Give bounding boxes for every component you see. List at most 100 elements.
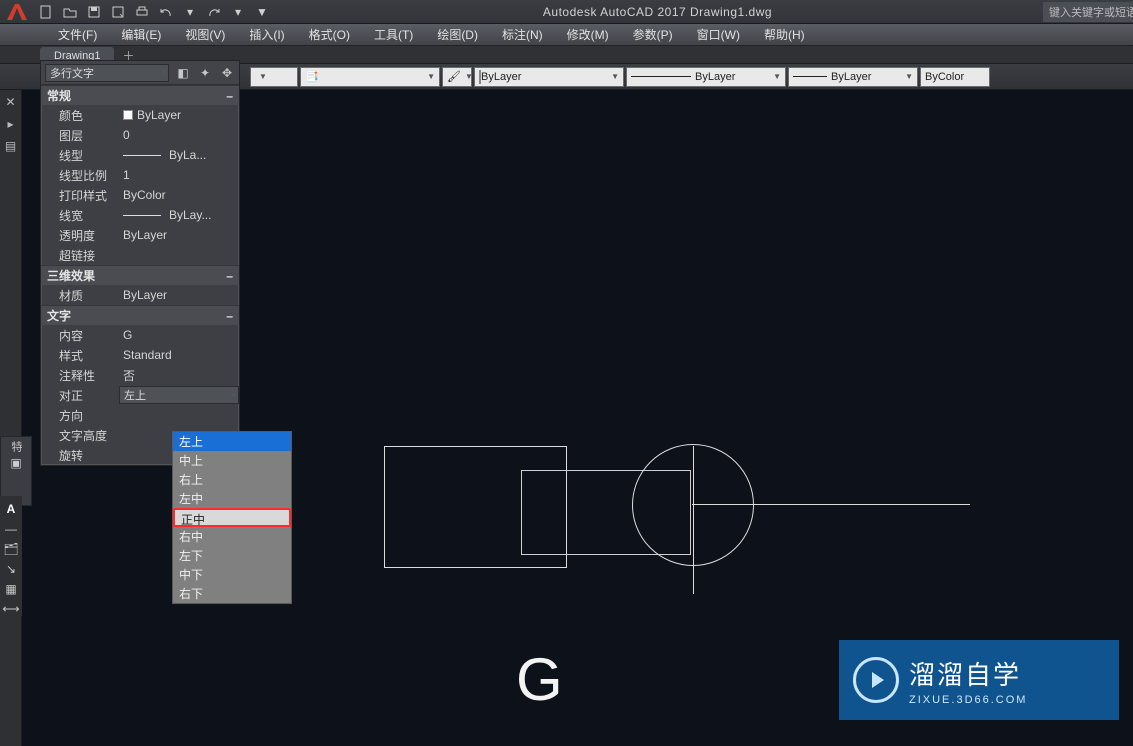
open-icon[interactable] [60, 2, 80, 22]
linetype-text: ByLayer [695, 71, 735, 83]
val-annotative[interactable]: 否 [119, 367, 239, 384]
menu-help[interactable]: 帮助(H) [752, 24, 817, 45]
lbl-height: 文字高度 [41, 427, 119, 444]
new-icon[interactable] [36, 2, 56, 22]
lbl-color: 颜色 [41, 107, 119, 124]
val-ltscale[interactable]: 1 [119, 168, 239, 182]
menu-file[interactable]: 文件(F) [46, 24, 109, 45]
lbl-annotative: 注释性 [41, 367, 119, 384]
menu-insert[interactable]: 插入(I) [237, 24, 296, 45]
lineweight-combo[interactable]: ByLayer▼ [788, 67, 918, 87]
val-linetype[interactable]: ByLa... [119, 148, 239, 162]
menu-format[interactable]: 格式(O) [297, 24, 362, 45]
play-icon [853, 657, 899, 703]
val-layer[interactable]: 0 [119, 128, 239, 142]
menu-tools[interactable]: 工具(T) [362, 24, 425, 45]
watermark-cn: 溜溜自学 [909, 655, 1027, 692]
section-text[interactable]: 文字– [41, 305, 239, 325]
val-justify[interactable]: 左上▼ [119, 386, 239, 404]
toggle-icon[interactable]: ▣ [10, 456, 21, 470]
pick-point-icon[interactable]: ✥ [219, 65, 235, 81]
object-type-combo[interactable]: 多行文字▼ [45, 64, 169, 82]
qat-dropdown-icon[interactable]: ▼ [252, 2, 272, 22]
plotstyle-field: ByColor [920, 67, 990, 87]
val-plotstyle[interactable]: ByColor [119, 188, 239, 202]
lbl-contents: 内容 [41, 327, 119, 344]
justify-option[interactable]: 中上 [173, 451, 291, 470]
justify-option[interactable]: 左上 [173, 432, 291, 451]
table-icon[interactable]: ▦ [5, 582, 16, 596]
lbl-linetype: 线型 [41, 147, 119, 164]
undo-drop-icon[interactable]: ▾ [180, 2, 200, 22]
app-logo[interactable] [0, 0, 34, 24]
pin-icon[interactable]: ▸ [3, 116, 19, 132]
hline-shape [692, 504, 970, 505]
menu-bar: 文件(F) 编辑(E) 视图(V) 插入(I) 格式(O) 工具(T) 绘图(D… [0, 24, 1133, 46]
lbl-direction: 方向 [41, 407, 119, 424]
menu-draw[interactable]: 绘图(D) [425, 24, 490, 45]
brush-icon: 🖌 [447, 70, 461, 83]
color-combo[interactable]: ▼ [250, 67, 298, 87]
multileader-icon[interactable]: ↘ [6, 562, 16, 576]
menu-icon[interactable]: ▤ [3, 138, 19, 154]
lbl-ltscale: 线型比例 [41, 167, 119, 184]
left-tool-strip: ✕ ▸ ▤ [0, 90, 22, 746]
menu-view[interactable]: 视图(V) [173, 24, 237, 45]
menu-window[interactable]: 窗口(W) [685, 24, 752, 45]
val-color[interactable]: ByLayer [119, 108, 239, 122]
left-palette-strip: A — 🗂 ↘ ▦ ⟷ [0, 496, 22, 616]
divider-icon: — [5, 522, 17, 536]
close-panel-icon[interactable]: ✕ [3, 94, 19, 110]
justify-dropdown: 左上中上右上左中正中右中左下中下右下 [172, 431, 292, 604]
val-transparency[interactable]: ByLayer [119, 228, 239, 242]
menu-dimension[interactable]: 标注(N) [490, 24, 555, 45]
redo-icon[interactable] [204, 2, 224, 22]
select-object-icon[interactable]: ✦ [197, 65, 213, 81]
lbl-lineweight: 线宽 [41, 207, 119, 224]
text-a-icon[interactable]: A [7, 502, 16, 516]
justify-option[interactable]: 正中 [173, 508, 291, 527]
quick-access-toolbar: ▾ ▾ ▼ [34, 2, 272, 22]
quickselect-icon[interactable]: ◧ [175, 65, 191, 81]
justify-option[interactable]: 左下 [173, 546, 291, 565]
justify-option[interactable]: 中下 [173, 565, 291, 584]
lbl-material: 材质 [41, 287, 119, 304]
lbl-rotation: 旋转 [41, 447, 119, 464]
keyword-search[interactable]: 键入关键字或短语 [1043, 2, 1133, 22]
vline-shape [693, 446, 694, 594]
val-material[interactable]: ByLayer [119, 288, 239, 302]
app-title: Autodesk AutoCAD 2017 Drawing1.dwg [272, 5, 1043, 19]
layer-combo[interactable]: 📑▼ [300, 67, 440, 87]
properties-panel: 多行文字▼ ◧ ✦ ✥ 常规– 颜色ByLayer 图层0 线型ByLa... … [40, 60, 240, 466]
lbl-hyperlink: 超链接 [41, 247, 119, 264]
lbl-plotstyle: 打印样式 [41, 187, 119, 204]
linetype-combo[interactable]: ByLayer▼ [626, 67, 786, 87]
title-bar: ▾ ▾ ▼ Autodesk AutoCAD 2017 Drawing1.dwg… [0, 0, 1133, 24]
properties-header: 多行文字▼ ◧ ✦ ✥ [41, 61, 239, 85]
menu-edit[interactable]: 编辑(E) [109, 24, 173, 45]
justify-option[interactable]: 右下 [173, 584, 291, 603]
justify-option[interactable]: 左中 [173, 489, 291, 508]
menu-modify[interactable]: 修改(M) [555, 24, 621, 45]
redo-drop-icon[interactable]: ▾ [228, 2, 248, 22]
justify-option[interactable]: 右中 [173, 527, 291, 546]
lbl-style: 样式 [41, 347, 119, 364]
vertical-label-icon: 特 [8, 441, 24, 452]
justify-option[interactable]: 右上 [173, 470, 291, 489]
val-contents[interactable]: G [119, 328, 239, 342]
val-lineweight[interactable]: ByLay... [119, 208, 239, 222]
section-3d[interactable]: 三维效果– [41, 265, 239, 285]
dimension-icon[interactable]: ⟷ [2, 602, 19, 616]
saveas-icon[interactable] [108, 2, 128, 22]
section-general[interactable]: 常规– [41, 85, 239, 105]
menu-parametric[interactable]: 参数(P) [621, 24, 685, 45]
undo-icon[interactable] [156, 2, 176, 22]
val-style[interactable]: Standard [119, 348, 239, 362]
layertool-combo[interactable]: 🖌▼ [442, 67, 472, 87]
watermark-en: ZIXUE.3D66.COM [909, 694, 1027, 706]
save-icon[interactable] [84, 2, 104, 22]
bylayer-color-combo[interactable]: ByLayer▼ [474, 67, 624, 87]
layer-icon[interactable]: 🗂 [3, 542, 18, 556]
print-icon[interactable] [132, 2, 152, 22]
lineweight-text: ByLayer [831, 71, 871, 83]
